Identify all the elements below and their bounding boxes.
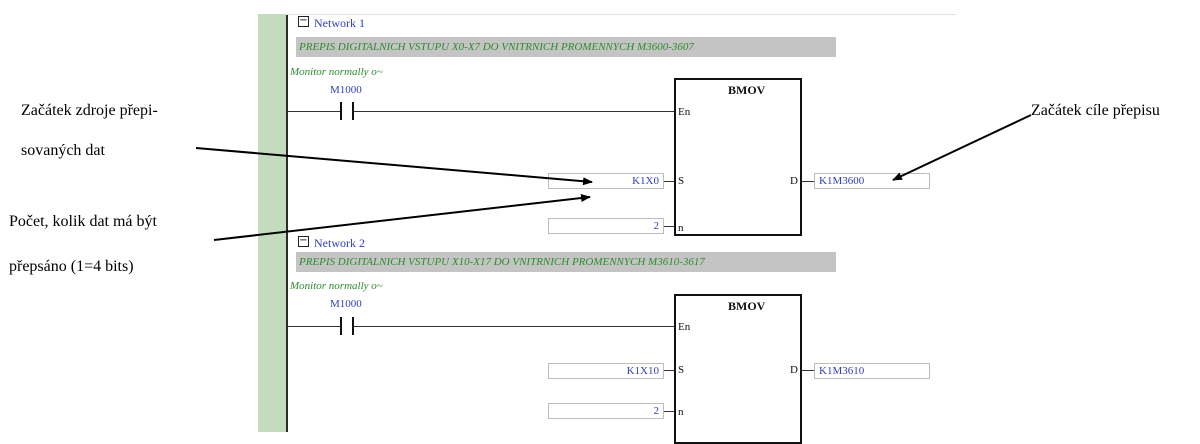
arrow-to-dest <box>892 114 1032 181</box>
arrow-to-count <box>213 194 591 241</box>
arrow-to-source <box>195 147 593 186</box>
annotation-arrows <box>195 114 1032 241</box>
